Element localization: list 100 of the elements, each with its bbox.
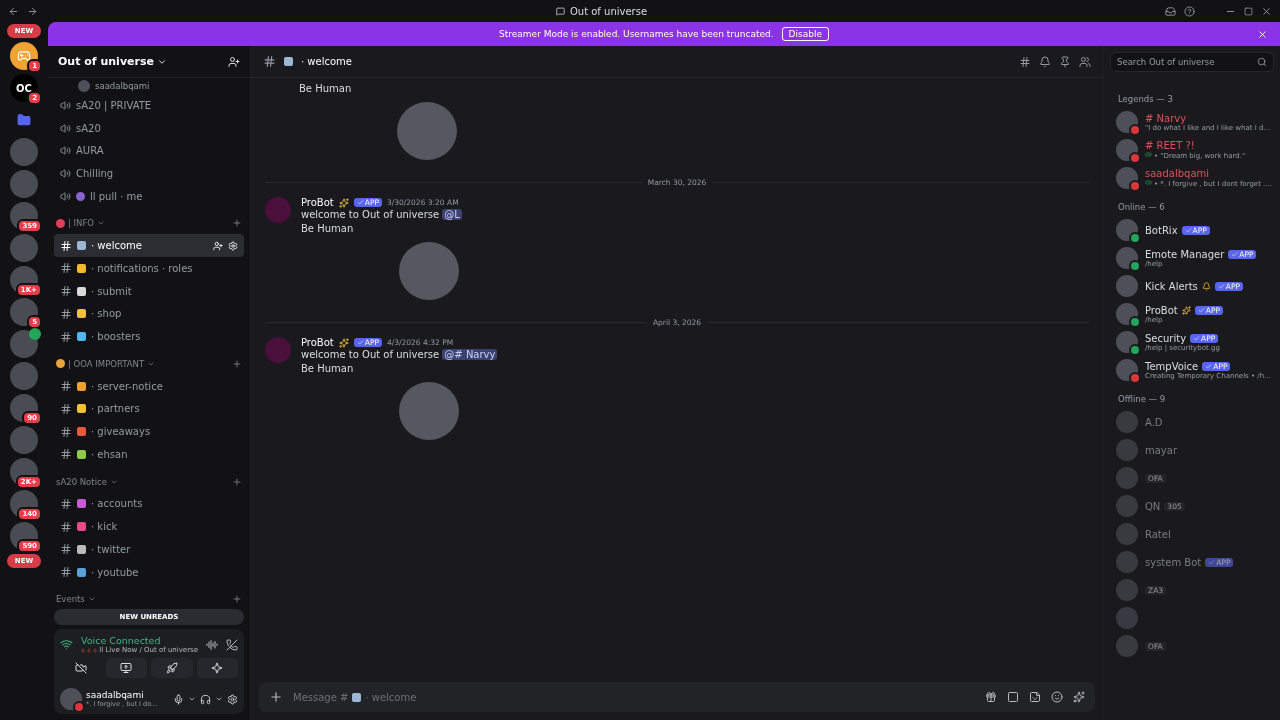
screen-share-icon bbox=[120, 662, 133, 674]
inbox-icon[interactable] bbox=[1165, 5, 1176, 17]
hash-icon bbox=[60, 307, 72, 320]
noise-icon[interactable] bbox=[206, 638, 218, 651]
text-channel[interactable]: · giveaways bbox=[54, 420, 244, 443]
text-channel[interactable]: · kick bbox=[54, 515, 244, 538]
category-header[interactable]: | INFO bbox=[68, 218, 94, 229]
forward-icon[interactable] bbox=[27, 5, 38, 17]
text-channel[interactable]: · notifications · roles bbox=[54, 257, 244, 280]
text-channel[interactable]: · server-notice bbox=[54, 374, 244, 398]
add-channel-icon[interactable] bbox=[232, 476, 242, 487]
user-name[interactable]: saadalbqami bbox=[86, 690, 169, 700]
text-channel[interactable]: · submit bbox=[54, 279, 244, 303]
hash-icon bbox=[60, 448, 72, 461]
member-name: # Narvy bbox=[1145, 112, 1187, 124]
sparkle-icon bbox=[338, 337, 349, 348]
text-channel[interactable]: · ehsan bbox=[54, 442, 244, 466]
pin-icon[interactable] bbox=[1059, 55, 1071, 68]
member-name: ProBot bbox=[1145, 304, 1178, 316]
sticker-icon[interactable] bbox=[1029, 691, 1041, 703]
member-name: # REET ?! bbox=[1145, 140, 1195, 151]
member-name: BotRix bbox=[1145, 224, 1178, 236]
text-channel[interactable]: · partners bbox=[54, 397, 244, 421]
member-name: system Bot bbox=[1145, 556, 1202, 568]
add-channel-icon[interactable] bbox=[232, 218, 242, 229]
member-avatar bbox=[1116, 635, 1138, 657]
category-header[interactable]: Events bbox=[56, 594, 85, 605]
mic-icon[interactable] bbox=[173, 693, 184, 705]
activities-button[interactable] bbox=[151, 658, 193, 678]
hash-icon bbox=[263, 55, 276, 68]
disconnect-icon[interactable] bbox=[226, 638, 238, 651]
text-channel[interactable]: · shop bbox=[54, 302, 244, 326]
add-icon[interactable] bbox=[269, 690, 283, 704]
voice-channel[interactable]: AURA bbox=[54, 139, 244, 163]
member-row[interactable]: Ratel bbox=[1112, 520, 1272, 548]
text-channel[interactable]: · boosters bbox=[54, 325, 244, 348]
text-channel[interactable]: · twitter bbox=[54, 538, 244, 561]
invite-icon[interactable] bbox=[213, 240, 223, 251]
voice-channel[interactable]: sA20 | PRIVATE bbox=[54, 94, 244, 117]
group-header: Online — 6 bbox=[1118, 202, 1166, 212]
gift-icon[interactable] bbox=[985, 691, 997, 703]
search-icon[interactable] bbox=[1257, 57, 1267, 67]
member-avatar bbox=[1116, 275, 1138, 297]
text-channel[interactable]: · accounts bbox=[54, 492, 244, 516]
search-field[interactable]: Search Out of universe bbox=[1110, 52, 1274, 72]
screen-share-button[interactable] bbox=[105, 658, 147, 678]
back-icon[interactable] bbox=[8, 5, 19, 17]
voice-channel[interactable]: sA20 bbox=[54, 116, 244, 140]
bell-icon[interactable] bbox=[1039, 55, 1051, 68]
chevron-icon[interactable] bbox=[188, 695, 196, 703]
headphones-icon[interactable] bbox=[200, 693, 211, 705]
text-channel[interactable]: · youtube bbox=[54, 560, 244, 584]
server-icon[interactable] bbox=[10, 298, 38, 326]
settings-icon[interactable] bbox=[227, 693, 238, 705]
member-name: TempVoice bbox=[1145, 360, 1199, 372]
mention-link[interactable]: @L bbox=[442, 209, 462, 220]
member-avatar bbox=[1116, 607, 1138, 629]
member-row[interactable]: A.D bbox=[1112, 408, 1272, 436]
mention-link[interactable]: @# Narvy bbox=[442, 349, 498, 360]
author-name[interactable]: ProBot bbox=[301, 337, 334, 348]
member-name: Security bbox=[1145, 332, 1187, 344]
emoji-icon[interactable] bbox=[1051, 691, 1063, 703]
member-avatar bbox=[1116, 467, 1138, 489]
chevron-icon[interactable] bbox=[215, 695, 223, 703]
speaker-icon bbox=[60, 99, 71, 111]
invite-icon[interactable] bbox=[228, 55, 240, 68]
voice-user[interactable]: saadalbqami bbox=[95, 81, 150, 91]
speaker-icon bbox=[60, 145, 71, 157]
text-channel[interactable]: · welcome bbox=[54, 234, 244, 258]
author-name[interactable]: ProBot bbox=[301, 197, 334, 208]
hash-icon bbox=[60, 425, 72, 438]
close-icon[interactable] bbox=[1257, 28, 1268, 40]
member-row[interactable]: mayar bbox=[1112, 436, 1272, 464]
server-icon[interactable] bbox=[10, 330, 38, 358]
bot-avatar bbox=[265, 197, 291, 223]
hash-icon bbox=[60, 380, 72, 393]
disable-button[interactable]: Disable bbox=[781, 27, 829, 41]
group-header: Offline — 9 bbox=[1118, 394, 1167, 404]
member-name: A.D bbox=[1145, 416, 1163, 428]
add-channel-icon[interactable] bbox=[232, 594, 242, 605]
server-name[interactable]: Out of universe bbox=[58, 55, 154, 68]
category-header[interactable]: sA20 Notice bbox=[56, 476, 107, 487]
emoji-icon bbox=[284, 57, 293, 66]
channel-title: · welcome bbox=[301, 56, 352, 67]
voice-status: Voice Connected bbox=[81, 635, 162, 646]
add-channel-icon[interactable] bbox=[232, 358, 242, 369]
soundboard-button[interactable] bbox=[196, 658, 238, 678]
voice-channel[interactable]: Chilling bbox=[54, 162, 244, 185]
help-icon[interactable] bbox=[1184, 5, 1195, 17]
member-avatar bbox=[1116, 579, 1138, 601]
category-header[interactable]: | OOA IMPORTANT bbox=[68, 358, 145, 369]
close-icon[interactable] bbox=[1261, 5, 1272, 17]
camera-off-icon bbox=[74, 662, 87, 674]
hash-icon bbox=[60, 402, 72, 415]
maximize-icon[interactable] bbox=[1244, 6, 1253, 16]
members-icon[interactable] bbox=[1079, 55, 1091, 68]
voice-channel[interactable]: ll pull · me bbox=[54, 184, 244, 208]
rocket-icon bbox=[165, 662, 178, 674]
member-avatar bbox=[1116, 495, 1138, 517]
bot-avatar bbox=[265, 337, 291, 363]
